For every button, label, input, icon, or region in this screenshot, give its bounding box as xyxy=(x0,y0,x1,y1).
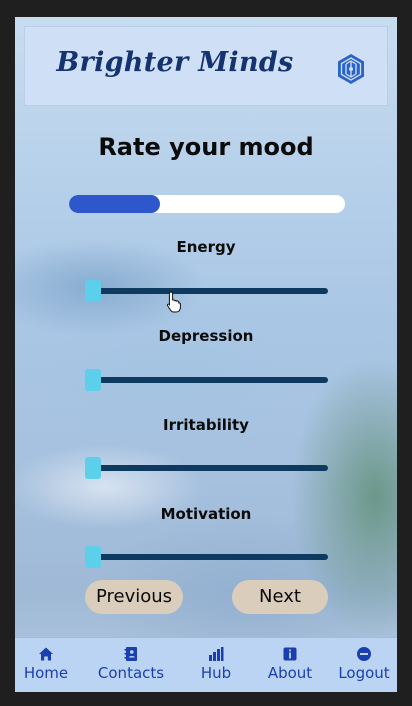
tab-home[interactable]: Home xyxy=(17,638,75,692)
tab-label-home: Home xyxy=(23,664,69,682)
tab-label-contacts: Contacts xyxy=(97,664,165,682)
info-icon xyxy=(283,647,297,661)
bottom-tab-bar: Home Contacts Hub About Logout xyxy=(15,637,397,692)
logout-icon xyxy=(357,647,371,661)
slider-track-motivation[interactable] xyxy=(93,554,328,560)
home-icon xyxy=(39,647,53,661)
mouse-pointer-icon xyxy=(166,291,181,313)
hub-icon xyxy=(209,647,224,661)
next-button[interactable]: Next xyxy=(232,580,328,614)
progress-bar xyxy=(69,195,345,213)
rating-label-irritability: Irritability xyxy=(163,416,249,434)
progress-fill xyxy=(69,195,161,213)
rating-label-depression: Depression xyxy=(158,327,254,345)
slider-thumb-irritability[interactable] xyxy=(85,457,101,479)
slider-thumb-depression[interactable] xyxy=(85,369,101,391)
tab-contacts[interactable]: Contacts xyxy=(89,638,173,692)
tab-about[interactable]: About xyxy=(262,638,318,692)
slider-track-energy[interactable] xyxy=(93,288,328,294)
app-title: Brighter Minds xyxy=(56,47,294,78)
brain-logo-icon xyxy=(338,54,364,84)
app-screen: Brighter Minds Rate your mood Energy Dep… xyxy=(15,17,397,692)
slider-thumb-energy[interactable] xyxy=(85,280,101,302)
tab-label-logout: Logout xyxy=(338,664,390,682)
tab-label-about: About xyxy=(267,664,313,682)
rating-label-motivation: Motivation xyxy=(160,505,252,523)
previous-button[interactable]: Previous xyxy=(85,580,183,614)
slider-track-depression[interactable] xyxy=(93,377,328,383)
slider-thumb-motivation[interactable] xyxy=(85,546,101,568)
rating-label-energy: Energy xyxy=(176,238,236,256)
window-frame: Brighter Minds Rate your mood Energy Dep… xyxy=(0,0,412,706)
slider-track-irritability[interactable] xyxy=(93,465,328,471)
app-header: Brighter Minds xyxy=(24,26,388,106)
contacts-icon xyxy=(124,647,137,661)
tab-label-hub: Hub xyxy=(200,664,232,682)
tab-logout[interactable]: Logout xyxy=(333,638,395,692)
page-title: Rate your mood xyxy=(98,133,314,161)
tab-hub[interactable]: Hub xyxy=(191,638,241,692)
